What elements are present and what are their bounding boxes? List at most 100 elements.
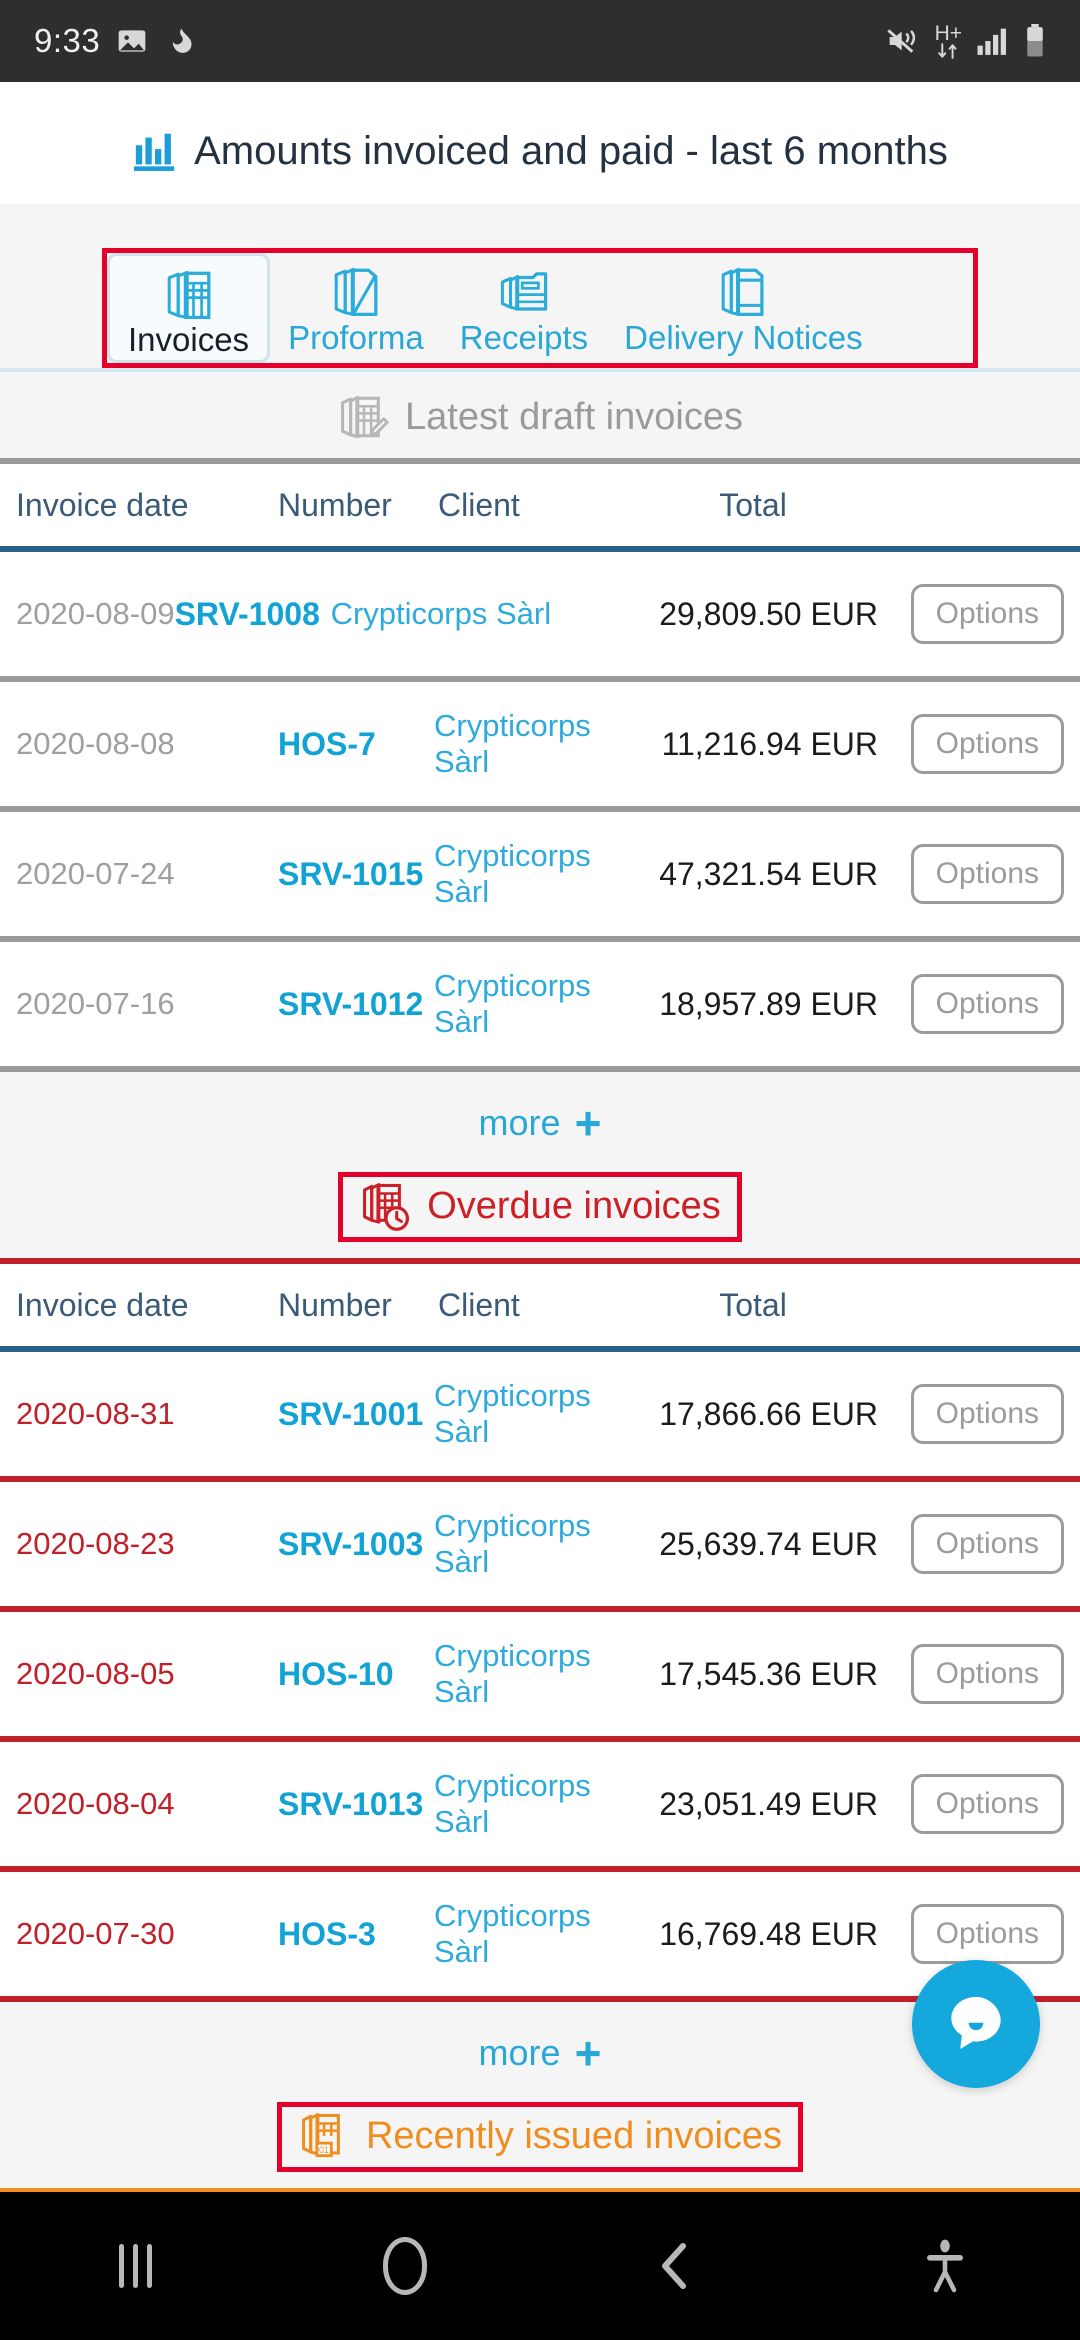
cell-date: 2020-08-31 (16, 1396, 175, 1431)
cell-client[interactable]: Crypticorps Sàrl (434, 1638, 614, 1710)
table-header-row: Invoice date Number Client Total (0, 1264, 1080, 1346)
chat-button[interactable] (912, 1960, 1040, 2088)
cell-total: 18,957.89 EUR (659, 985, 878, 1022)
svg-text:01: 01 (319, 2145, 329, 2155)
back-icon (662, 2243, 686, 2289)
tab-invoices[interactable]: Invoices (107, 253, 271, 363)
table-overdue-invoices: Invoice date Number Client Total 2020-08… (0, 1258, 1080, 2002)
options-button[interactable]: Options (910, 584, 1064, 644)
status-bar-right: H+ (885, 23, 1046, 59)
status-clock: 9:33 (34, 22, 101, 59)
tab-delivery-notices[interactable]: Delivery Notices (606, 253, 880, 363)
table-row[interactable]: 2020-08-05 HOS-10 Crypticorps Sàrl 17,54… (0, 1612, 1080, 1736)
cell-client[interactable]: Crypticorps Sàrl (434, 838, 614, 910)
options-button[interactable]: Options (910, 974, 1064, 1034)
bar-chart-icon (132, 128, 178, 174)
cell-client[interactable]: Crypticorps Sàrl (434, 1768, 614, 1840)
table-row[interactable]: 2020-08-08 HOS-7 Crypticorps Sàrl 11,216… (0, 682, 1080, 806)
cell-date: 2020-08-08 (16, 726, 175, 761)
cell-total: 23,051.49 EUR (659, 1785, 878, 1822)
cell-number[interactable]: SRV-1012 (278, 986, 434, 1023)
section-title-overdue: Overdue invoices (427, 1184, 721, 1227)
page-title: Amounts invoiced and paid - last 6 month… (0, 82, 1080, 204)
recent-invoices-icon: 01 (298, 2111, 352, 2161)
cell-number[interactable]: HOS-7 (278, 726, 434, 763)
table-row[interactable]: 2020-08-31 SRV-1001 Crypticorps Sàrl 17,… (0, 1352, 1080, 1476)
cell-client[interactable]: Crypticorps Sàrl (434, 1508, 614, 1580)
tab-proforma[interactable]: Proforma (270, 253, 442, 363)
col-header-total: Total (719, 1286, 787, 1323)
cell-date: 2020-08-23 (16, 1526, 175, 1561)
section-header-overdue-highlight: Overdue invoices (338, 1172, 742, 1242)
table-row[interactable]: 2020-08-04 SRV-1013 Crypticorps Sàrl 23,… (0, 1742, 1080, 1866)
plus-icon: + (574, 2026, 602, 2079)
table-row[interactable]: 2020-07-16 SRV-1012 Crypticorps Sàrl 18,… (0, 942, 1080, 1066)
table-row[interactable]: 2020-07-30 HOS-3 Crypticorps Sàrl 16,769… (0, 1872, 1080, 1996)
hplus-data-icon: H+ (935, 23, 962, 59)
delivery-notices-stack-icon (715, 263, 771, 319)
col-header-number: Number (278, 486, 392, 523)
accessibility-button[interactable] (810, 2238, 1080, 2294)
mute-icon (885, 25, 921, 57)
cell-client[interactable]: Crypticorps Sàrl (434, 1898, 614, 1970)
col-header-client: Client (438, 486, 520, 523)
cell-date: 2020-08-05 (16, 1656, 175, 1691)
cell-total: 47,321.54 EUR (659, 855, 878, 892)
cell-number[interactable]: HOS-3 (278, 1916, 434, 1953)
table-draft-invoices: Invoice date Number Client Total 2020-08… (0, 458, 1080, 1072)
section-header-overdue: Overdue invoices (0, 1152, 1080, 1258)
tab-receipts[interactable]: Receipts (442, 253, 606, 363)
options-button[interactable]: Options (910, 1644, 1064, 1704)
cell-total: 16,769.48 EUR (659, 1915, 878, 1952)
section-header-recent: 01 Recently issued invoices (0, 2082, 1080, 2188)
col-header-invoice-date: Invoice date (16, 1286, 189, 1323)
options-button[interactable]: Options (910, 714, 1064, 774)
col-header-invoice-date: Invoice date (16, 486, 189, 523)
options-button[interactable]: Options (910, 844, 1064, 904)
recents-icon (118, 2244, 152, 2288)
more-label: more (478, 1102, 561, 1143)
cell-number[interactable]: SRV-1001 (278, 1396, 434, 1433)
table-row[interactable]: 2020-07-24 SRV-1015 Crypticorps Sàrl 47,… (0, 812, 1080, 936)
receipts-stack-icon (496, 263, 552, 319)
cell-client[interactable]: Crypticorps Sàrl (434, 968, 614, 1040)
cell-date: 2020-08-04 (16, 1786, 175, 1821)
more-draft-invoices[interactable]: more + (0, 1072, 1080, 1152)
section-title-recent: Recently issued invoices (365, 2114, 783, 2157)
network-type-label: H+ (934, 22, 962, 45)
tab-delivery-notices-label: Delivery Notices (624, 319, 863, 356)
cell-client[interactable]: Crypticorps Sàrl (434, 1378, 614, 1450)
cell-number[interactable]: HOS-10 (278, 1656, 434, 1693)
tab-strip-highlight: Invoices Proforma Receipts Delivery Noti… (102, 248, 978, 368)
invoices-stack-icon (161, 266, 217, 321)
options-button[interactable]: Options (910, 1384, 1064, 1444)
table-row[interactable]: 2020-08-23 SRV-1003 Crypticorps Sàrl 25,… (0, 1482, 1080, 1606)
proforma-stack-icon (328, 263, 384, 319)
tab-strip: Invoices Proforma Receipts Delivery Noti… (0, 204, 1080, 372)
cell-number[interactable]: SRV-1003 (278, 1526, 434, 1563)
table-row[interactable]: 2020-08-09 SRV-1008 Crypticorps Sàrl 29,… (0, 552, 1080, 676)
col-header-total: Total (719, 486, 787, 523)
cell-client[interactable]: Crypticorps Sàrl (434, 708, 614, 780)
options-button[interactable]: Options (910, 1904, 1064, 1964)
options-button[interactable]: Options (910, 1774, 1064, 1834)
tab-proforma-label: Proforma (288, 319, 424, 356)
page-title-text: Amounts invoiced and paid - last 6 month… (194, 128, 948, 173)
cell-number[interactable]: SRV-1015 (278, 856, 434, 893)
chat-bubble-icon (951, 1996, 1001, 2049)
options-button[interactable]: Options (910, 1514, 1064, 1574)
cell-number[interactable]: SRV-1008 (175, 596, 331, 633)
cell-total: 25,639.74 EUR (659, 1525, 878, 1562)
tab-receipts-label: Receipts (459, 319, 589, 356)
back-button[interactable] (540, 2240, 810, 2292)
cell-number[interactable]: SRV-1013 (278, 1786, 434, 1823)
home-button[interactable] (270, 2237, 540, 2295)
cell-total: 17,866.66 EUR (659, 1395, 878, 1432)
recents-button[interactable] (0, 2244, 270, 2288)
image-icon (116, 25, 148, 57)
android-navigation-bar (0, 2192, 1080, 2340)
cell-total: 29,809.50 EUR (659, 595, 878, 632)
cell-client[interactable]: Crypticorps Sàrl (331, 596, 614, 632)
status-bar-left: 9:33 (34, 22, 194, 60)
tab-invoices-label: Invoices (128, 321, 250, 358)
